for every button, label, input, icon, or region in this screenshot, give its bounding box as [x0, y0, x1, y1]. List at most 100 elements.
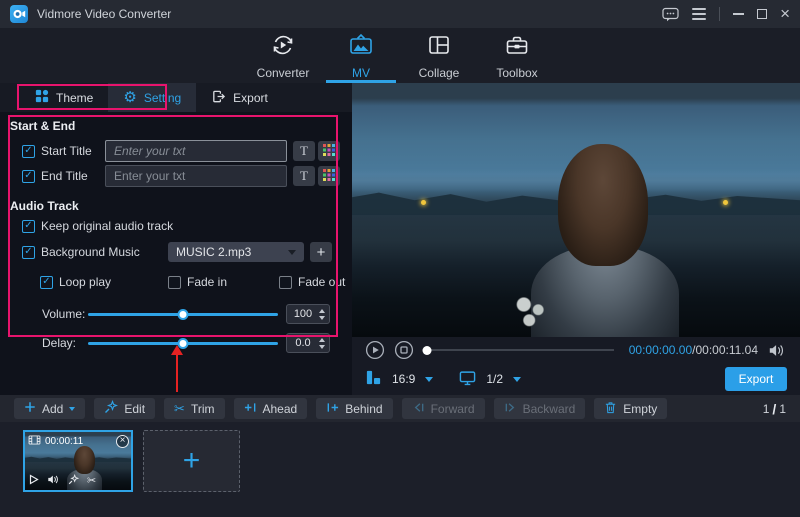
tab-setting-label: Setting [144, 91, 181, 105]
clip-edit-icon[interactable] [68, 474, 79, 488]
nav-tab-collage[interactable]: Collage [400, 28, 478, 83]
time-total: 00:00:11.04 [695, 343, 758, 357]
minimize-button[interactable] [733, 13, 744, 15]
trim-button[interactable]: ✂ Trim [164, 398, 224, 419]
feedback-icon[interactable] [662, 7, 679, 22]
text-style-icon: T [300, 143, 308, 159]
fade-out-checkbox[interactable] [279, 276, 292, 289]
volume-mute-button[interactable] [767, 340, 787, 360]
clip-counter-current: 1 [763, 402, 770, 416]
keep-original-label: Keep original audio track [41, 219, 173, 233]
nav-tab-converter[interactable]: Converter [244, 28, 322, 83]
preview-panel: 00:00:00.00/00:00:11.04 16:9 [352, 83, 800, 395]
scene-person-head [74, 446, 95, 474]
clip-play-icon[interactable] [29, 474, 39, 488]
insert-ahead-icon [244, 401, 257, 417]
settings-panel: Theme ⚙ Setting Export S [0, 83, 352, 395]
tab-theme-label: Theme [56, 91, 93, 105]
insert-behind-icon [326, 401, 339, 417]
aspect-ratio-value: 16:9 [392, 372, 415, 386]
clip-audio-icon[interactable] [47, 474, 60, 488]
delay-slider[interactable] [88, 342, 278, 345]
chevron-down-icon [288, 250, 296, 255]
color-palette-icon [323, 144, 335, 159]
scene-person-head [558, 144, 648, 266]
clip-trim-icon[interactable]: ✂ [87, 476, 96, 487]
behind-button[interactable]: Behind [316, 398, 392, 419]
start-title-input[interactable] [105, 140, 287, 162]
app-window: Vidmore Video Converter × [0, 0, 800, 517]
delay-spinbox[interactable]: 0.0 [286, 333, 330, 353]
maximize-button[interactable] [757, 9, 767, 19]
tab-export-label: Export [233, 91, 268, 105]
fade-in-label: Fade in [187, 275, 235, 289]
keep-original-checkbox[interactable] [22, 220, 35, 233]
video-preview[interactable] [352, 83, 800, 337]
end-title-color-button[interactable] [318, 166, 340, 186]
time-display: 00:00:00.00/00:00:11.04 [629, 343, 758, 357]
end-title-font-button[interactable]: T [293, 166, 315, 186]
preview-options: 16:9 1/2 Export [352, 363, 800, 395]
close-button[interactable]: × [780, 7, 790, 21]
delay-slider-thumb[interactable] [178, 338, 189, 349]
backward-button[interactable]: Backward [494, 398, 586, 419]
window-title: Vidmore Video Converter [37, 7, 171, 21]
plus-icon: + [317, 244, 326, 261]
play-button[interactable] [365, 340, 385, 360]
add-button[interactable]: Add [14, 398, 85, 419]
tab-theme[interactable]: Theme [20, 83, 108, 112]
volume-spinbox[interactable]: 100 [286, 304, 330, 324]
clip-toolbar: Add Edit ✂ Trim Ahead B [0, 395, 800, 422]
background-music-checkbox[interactable] [22, 246, 35, 259]
start-title-checkbox[interactable] [22, 145, 35, 158]
volume-slider-thumb[interactable] [178, 309, 189, 320]
video-frame [352, 83, 800, 337]
trash-icon [604, 401, 617, 417]
titlebar: Vidmore Video Converter × [0, 0, 800, 28]
background-music-label: Background Music [41, 245, 141, 259]
music-select[interactable]: MUSIC 2.mp3 [168, 242, 304, 262]
volume-slider[interactable] [88, 313, 278, 316]
add-music-button[interactable]: + [310, 242, 332, 262]
seek-bar[interactable] [425, 349, 614, 351]
stop-button[interactable] [394, 340, 414, 360]
plus-icon [24, 401, 36, 416]
menu-icon[interactable] [692, 8, 706, 20]
clip-thumbnail[interactable]: 00:00:11 × [23, 430, 133, 492]
caret-down-icon [69, 407, 75, 411]
fade-in-checkbox[interactable] [168, 276, 181, 289]
add-clip-slot[interactable]: + [143, 430, 240, 492]
export-button[interactable]: Export [725, 367, 787, 391]
delay-stepper[interactable] [319, 338, 329, 349]
loop-play-label: Loop play [59, 275, 121, 289]
delay-value: 0.0 [287, 337, 319, 349]
step-down-icon[interactable] [319, 316, 325, 320]
nav-tab-toolbox[interactable]: Toolbox [478, 28, 556, 83]
gear-icon: ⚙ [123, 90, 136, 105]
end-title-input[interactable] [105, 165, 287, 187]
tab-export[interactable]: Export [196, 83, 283, 112]
scene-light-left [421, 200, 426, 205]
seek-handle[interactable] [422, 346, 431, 355]
ahead-button[interactable]: Ahead [234, 398, 308, 419]
screen-page-dropdown[interactable] [513, 377, 521, 382]
volume-stepper[interactable] [319, 309, 329, 320]
nav-label-converter: Converter [257, 66, 310, 80]
start-title-color-button[interactable] [318, 141, 340, 161]
end-title-checkbox[interactable] [22, 170, 35, 183]
plus-icon: + [183, 446, 201, 476]
edit-button[interactable]: Edit [94, 398, 155, 419]
loop-play-checkbox[interactable] [40, 276, 53, 289]
step-up-icon[interactable] [319, 338, 325, 342]
aspect-ratio-dropdown[interactable] [425, 377, 433, 382]
start-title-font-button[interactable]: T [293, 141, 315, 161]
step-up-icon[interactable] [319, 309, 325, 313]
tab-setting[interactable]: ⚙ Setting [108, 83, 196, 112]
end-title-row: End Title T [22, 165, 352, 187]
remove-clip-button[interactable]: × [116, 435, 129, 448]
step-down-icon[interactable] [319, 345, 325, 349]
empty-button[interactable]: Empty [594, 398, 667, 419]
forward-button[interactable]: Forward [402, 398, 485, 419]
move-backward-icon [504, 401, 517, 417]
nav-tab-mv[interactable]: MV [322, 28, 400, 83]
